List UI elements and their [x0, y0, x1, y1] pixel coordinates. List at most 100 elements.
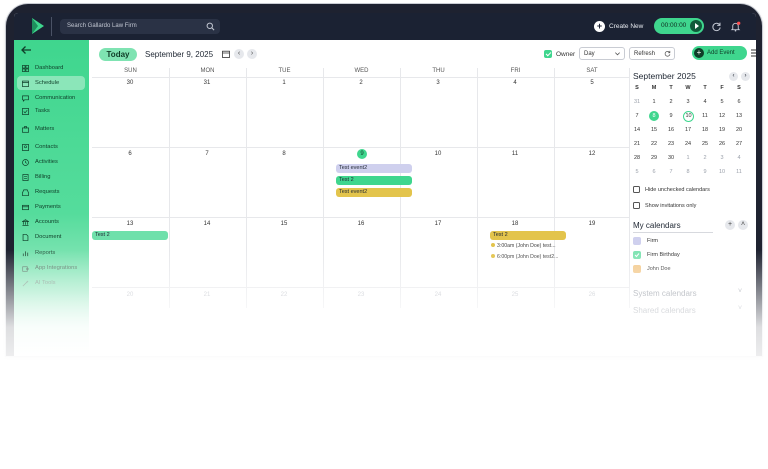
mini-day[interactable]: 23: [664, 141, 678, 147]
mini-day-selected[interactable]: 10: [683, 111, 694, 122]
day-number[interactable]: 30: [120, 80, 140, 86]
day-number[interactable]: 8: [274, 151, 294, 157]
sidebar-item-tasks[interactable]: Tasks: [17, 104, 85, 118]
day-number[interactable]: 23: [351, 292, 371, 298]
mini-day[interactable]: 7: [664, 169, 678, 175]
sidebar-item-ai-tools[interactable]: AI Tools: [17, 276, 85, 290]
mini-day[interactable]: 5: [715, 99, 729, 105]
mini-day[interactable]: 3: [715, 155, 729, 161]
mini-prev-button[interactable]: ‹: [729, 72, 738, 81]
calendar-event[interactable]: Test 2: [92, 231, 168, 240]
mini-day[interactable]: 24: [681, 141, 695, 147]
search-input[interactable]: Search Gallardo Law Firm: [60, 19, 220, 34]
calendar-event-line[interactable]: 6:00pm (John Doe) test2...: [491, 254, 558, 260]
day-number[interactable]: 5: [582, 80, 602, 86]
calendar-event[interactable]: Test 2: [490, 231, 566, 240]
timer-button[interactable]: 00:00:00: [654, 18, 704, 34]
day-number[interactable]: 31: [197, 80, 217, 86]
mini-day[interactable]: 16: [664, 127, 678, 133]
mini-day[interactable]: 9: [664, 113, 678, 119]
today-day-number[interactable]: 9: [357, 149, 367, 159]
day-number[interactable]: 22: [274, 292, 294, 298]
mini-day[interactable]: 8: [681, 169, 695, 175]
day-number[interactable]: 17: [428, 221, 448, 227]
chevron-down-icon[interactable]: ˅: [738, 288, 742, 295]
sidebar-item-payments[interactable]: Payments: [17, 200, 85, 214]
mini-day[interactable]: 19: [715, 127, 729, 133]
create-new-button[interactable]: + Create New: [594, 20, 643, 33]
mini-day[interactable]: 15: [647, 127, 661, 133]
day-number[interactable]: 13: [120, 221, 140, 227]
sidebar-item-dashboard[interactable]: Dashboard: [17, 61, 85, 75]
mini-day[interactable]: 27: [732, 141, 746, 147]
mini-day-today[interactable]: 8: [649, 111, 659, 121]
mini-day[interactable]: 29: [647, 155, 661, 161]
show-invitations-toggle[interactable]: Show invitations only: [633, 202, 696, 209]
day-number[interactable]: 4: [505, 80, 525, 86]
hide-unchecked-toggle[interactable]: Hide unchecked calendars: [633, 186, 710, 193]
shared-calendars-title[interactable]: Shared calendars: [633, 306, 696, 315]
sidebar-item-billing[interactable]: Billing: [17, 170, 85, 184]
sidebar-item-document[interactable]: Document: [17, 230, 85, 244]
sidebar-item-activities[interactable]: Activities: [17, 155, 85, 169]
mini-day[interactable]: 3: [681, 99, 695, 105]
day-number[interactable]: 16: [351, 221, 371, 227]
add-calendar-button[interactable]: +: [725, 220, 735, 230]
mini-day[interactable]: 22: [647, 141, 661, 147]
sidebar-item-communication[interactable]: Communication: [17, 91, 85, 105]
calendar-item-firm[interactable]: Firm: [633, 237, 658, 245]
mini-day[interactable]: 31: [630, 99, 644, 105]
mini-day[interactable]: 1: [647, 99, 661, 105]
mini-day[interactable]: 10: [715, 169, 729, 175]
sidebar-item-matters[interactable]: Matters: [17, 122, 85, 136]
chevron-down-icon[interactable]: ˅: [738, 305, 742, 312]
day-number[interactable]: 21: [197, 292, 217, 298]
day-number[interactable]: 12: [582, 151, 602, 157]
mini-day[interactable]: 2: [664, 99, 678, 105]
mini-day[interactable]: 5: [630, 169, 644, 175]
day-number[interactable]: 24: [428, 292, 448, 298]
mini-day[interactable]: 28: [630, 155, 644, 161]
mini-day[interactable]: 2: [698, 155, 712, 161]
mini-day[interactable]: 14: [630, 127, 644, 133]
sidebar-item-requests[interactable]: Requests: [17, 185, 85, 199]
day-number[interactable]: 10: [428, 151, 448, 157]
mini-day[interactable]: 9: [698, 169, 712, 175]
day-number[interactable]: 15: [274, 221, 294, 227]
day-number[interactable]: 26: [582, 292, 602, 298]
sidebar-item-reports[interactable]: Reports: [17, 246, 85, 260]
sidebar-item-schedule[interactable]: Schedule: [17, 76, 85, 90]
calendar-event[interactable]: Test event2: [336, 164, 412, 173]
day-number[interactable]: 1: [274, 80, 294, 86]
mini-day[interactable]: 13: [732, 113, 746, 119]
refresh-select[interactable]: Refresh: [629, 47, 675, 60]
mini-day[interactable]: 20: [732, 127, 746, 133]
mini-day[interactable]: 4: [698, 99, 712, 105]
sidebar-item-contacts[interactable]: Contacts: [17, 140, 85, 154]
owner-checkbox[interactable]: [544, 50, 552, 58]
system-calendars-title[interactable]: System calendars: [633, 289, 697, 298]
day-number[interactable]: 25: [505, 292, 525, 298]
calendar-color-swatch[interactable]: [633, 251, 641, 259]
prev-period-button[interactable]: ‹: [234, 49, 244, 59]
mini-day[interactable]: 1: [681, 155, 695, 161]
day-number[interactable]: 2: [351, 80, 371, 86]
day-number[interactable]: 14: [197, 221, 217, 227]
mini-next-button[interactable]: ›: [741, 72, 750, 81]
back-arrow-icon[interactable]: [20, 45, 32, 55]
day-number[interactable]: 19: [582, 221, 602, 227]
calendar-color-swatch[interactable]: [633, 237, 641, 245]
mini-day[interactable]: 17: [681, 127, 695, 133]
calendar-event[interactable]: Test event2: [336, 188, 412, 197]
day-number[interactable]: 11: [505, 151, 525, 157]
day-number[interactable]: 18: [505, 221, 525, 227]
mini-day[interactable]: 18: [698, 127, 712, 133]
calendar-picker-icon[interactable]: [222, 50, 230, 58]
checkbox[interactable]: [633, 202, 640, 209]
mini-day[interactable]: 30: [664, 155, 678, 161]
mini-day[interactable]: 6: [732, 99, 746, 105]
calendar-event[interactable]: Test 2: [336, 176, 412, 185]
next-period-button[interactable]: ›: [247, 49, 257, 59]
add-event-button[interactable]: + Add Event: [692, 46, 747, 60]
mini-day[interactable]: 6: [647, 169, 661, 175]
